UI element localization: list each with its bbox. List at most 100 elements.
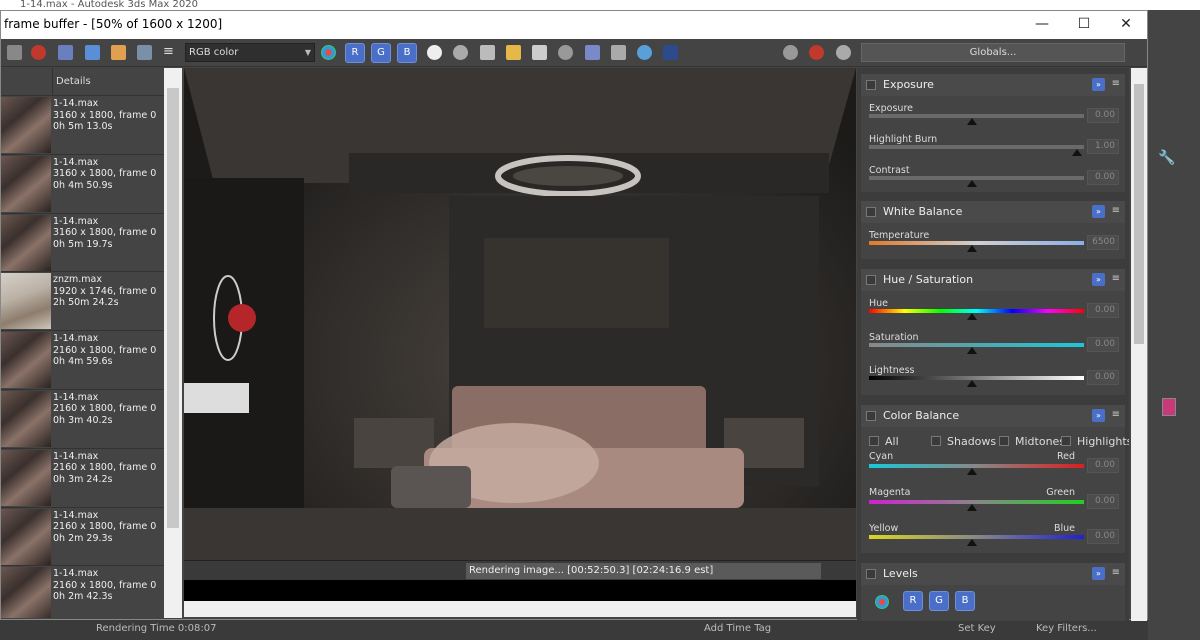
open-folder-icon[interactable] xyxy=(506,45,521,60)
interactive-render-icon[interactable] xyxy=(836,45,851,60)
expand-icon[interactable]: » xyxy=(1092,567,1105,580)
levels-header[interactable]: Levels » ≡ xyxy=(861,563,1125,585)
highlight-burn-slider[interactable] xyxy=(869,145,1084,149)
history-thumbnail[interactable] xyxy=(1,567,51,618)
clear-icon[interactable] xyxy=(31,45,46,60)
temperature-value[interactable]: 6500 xyxy=(1087,235,1119,250)
white-balance-enable-checkbox[interactable] xyxy=(866,207,876,217)
maximize-button[interactable]: ☐ xyxy=(1063,11,1105,39)
exposure-slider-thumb[interactable] xyxy=(967,118,977,125)
lut-icon[interactable] xyxy=(663,45,678,60)
globals-button[interactable]: Globals... xyxy=(861,43,1125,62)
expand-icon[interactable]: » xyxy=(1092,78,1105,91)
expand-icon[interactable]: » xyxy=(1092,409,1105,422)
scrollbar-thumb[interactable] xyxy=(167,88,179,528)
hue-saturation-enable-checkbox[interactable] xyxy=(866,275,876,285)
contrast-slider-thumb[interactable] xyxy=(967,180,977,187)
lightness-value[interactable]: 0.00 xyxy=(1087,370,1119,385)
shadows-checkbox[interactable]: Shadows xyxy=(931,435,996,448)
history-thumbnail[interactable] xyxy=(1,390,51,447)
history-thumbnail[interactable] xyxy=(1,155,51,212)
details-column-header[interactable]: Details xyxy=(56,76,91,87)
exposure-value[interactable]: 0.00 xyxy=(1087,108,1119,123)
cyan-red-slider-thumb[interactable] xyxy=(967,468,977,475)
history-item[interactable]: 1-14.max 3160 x 1800, frame 0 0h 5m 13.0s xyxy=(1,96,164,155)
yellow-blue-slider-thumb[interactable] xyxy=(967,539,977,546)
exposure-enable-checkbox[interactable] xyxy=(866,80,876,90)
teapot-render-icon[interactable] xyxy=(783,45,798,60)
section-menu-icon[interactable]: ≡ xyxy=(1112,78,1120,89)
all-checkbox[interactable]: All xyxy=(869,435,899,448)
viewport-horizontal-scrollbar[interactable] xyxy=(184,601,856,617)
history-item[interactable]: 1-14.max 2160 x 1800, frame 0 0h 3m 40.2s xyxy=(1,390,164,449)
midtones-checkbox[interactable]: Midtones xyxy=(999,435,1065,448)
lightness-slider-thumb[interactable] xyxy=(967,380,977,387)
history-item[interactable]: 1-14.max 2160 x 1800, frame 0 0h 4m 59.6s xyxy=(1,331,164,390)
checkbox-box[interactable] xyxy=(931,436,941,446)
window-titlebar[interactable]: frame buffer - [50% of 1600 x 1200] — ☐ … xyxy=(1,11,1147,39)
render-icon[interactable] xyxy=(558,45,573,60)
highlights-checkbox[interactable]: Highlights xyxy=(1061,435,1129,448)
history-thumbnail[interactable] xyxy=(1,273,51,330)
exposure-header[interactable]: Exposure » ≡ xyxy=(861,74,1125,96)
section-menu-icon[interactable]: ≡ xyxy=(1112,409,1120,420)
levels-blue-button[interactable]: B xyxy=(955,591,975,611)
section-menu-icon[interactable]: ≡ xyxy=(1112,273,1120,284)
history-item[interactable]: 1-14.max 3160 x 1800, frame 0 0h 5m 19.7s xyxy=(1,214,164,273)
levels-red-button[interactable]: R xyxy=(903,591,923,611)
checkbox-box[interactable] xyxy=(869,436,879,446)
alpha-icon[interactable] xyxy=(427,45,442,60)
render-viewport[interactable] xyxy=(184,68,856,601)
temperature-slider-thumb[interactable] xyxy=(967,245,977,252)
expand-icon[interactable]: » xyxy=(1092,273,1105,286)
section-menu-icon[interactable]: ≡ xyxy=(1112,205,1120,216)
expand-icon[interactable]: » xyxy=(1092,205,1105,218)
save-image-icon[interactable] xyxy=(7,45,22,60)
color-swatch[interactable] xyxy=(1162,398,1176,416)
history-item[interactable]: 1-14.max 2160 x 1800, frame 0 0h 2m 29.3s xyxy=(1,508,164,567)
compare-icon[interactable] xyxy=(585,45,600,60)
magenta-green-slider-thumb[interactable] xyxy=(967,504,977,511)
history-thumbnail[interactable] xyxy=(1,332,51,389)
clipboard-icon[interactable] xyxy=(532,45,547,60)
copy-icon[interactable] xyxy=(58,45,73,60)
blue-channel-button[interactable]: B xyxy=(397,43,417,63)
color-channels-icon[interactable] xyxy=(321,45,336,60)
checkbox-box[interactable] xyxy=(999,436,1009,446)
wrench-icon[interactable]: 🔧 xyxy=(1158,150,1186,170)
scrollbar-thumb[interactable] xyxy=(1134,84,1144,344)
history-item[interactable]: znzm.max 1920 x 1746, frame 0 2h 50m 24.2s xyxy=(1,272,164,332)
hue-saturation-header[interactable]: Hue / Saturation » ≡ xyxy=(861,269,1125,291)
save-icon[interactable] xyxy=(480,45,495,60)
green-channel-button[interactable]: G xyxy=(371,43,391,63)
checkbox-box[interactable] xyxy=(1061,436,1071,446)
white-balance-header[interactable]: White Balance » ≡ xyxy=(861,201,1125,223)
close-button[interactable]: ✕ xyxy=(1105,11,1147,39)
section-menu-icon[interactable]: ≡ xyxy=(1112,567,1120,578)
clone-icon[interactable] xyxy=(85,45,100,60)
mono-icon[interactable] xyxy=(453,45,468,60)
saturation-slider-thumb[interactable] xyxy=(967,347,977,354)
red-channel-button[interactable]: R xyxy=(345,43,365,63)
saturation-value[interactable]: 0.00 xyxy=(1087,337,1119,352)
corrections-scrollbar[interactable] xyxy=(1131,68,1147,621)
print-icon[interactable] xyxy=(111,45,126,60)
magenta-green-value[interactable]: 0.00 xyxy=(1087,494,1119,509)
color-balance-enable-checkbox[interactable] xyxy=(866,411,876,421)
cyan-red-value[interactable]: 0.00 xyxy=(1087,458,1119,473)
region-icon[interactable] xyxy=(137,45,152,60)
add-time-tag-button[interactable]: Add Time Tag xyxy=(704,623,771,634)
history-thumbnail[interactable] xyxy=(1,508,51,565)
minimize-button[interactable]: — xyxy=(1021,11,1063,39)
history-item[interactable]: 1-14.max 2160 x 1800, frame 0 0h 3m 24.2s xyxy=(1,449,164,508)
rgb-levels-icon[interactable] xyxy=(875,595,889,609)
history-item[interactable]: 1-14.max 3160 x 1800, frame 0 0h 4m 50.9s xyxy=(1,155,164,214)
highlight-burn-slider-thumb[interactable] xyxy=(1072,149,1082,156)
key-filters-button[interactable]: Key Filters... xyxy=(1036,623,1097,634)
stop-render-icon[interactable] xyxy=(809,45,824,60)
levels-green-button[interactable]: G xyxy=(929,591,949,611)
set-key-button[interactable]: Set Key xyxy=(958,623,996,634)
channel-select[interactable]: RGB color ▼ xyxy=(185,43,315,62)
hue-value[interactable]: 0.00 xyxy=(1087,303,1119,318)
history-thumbnail[interactable] xyxy=(1,449,51,506)
